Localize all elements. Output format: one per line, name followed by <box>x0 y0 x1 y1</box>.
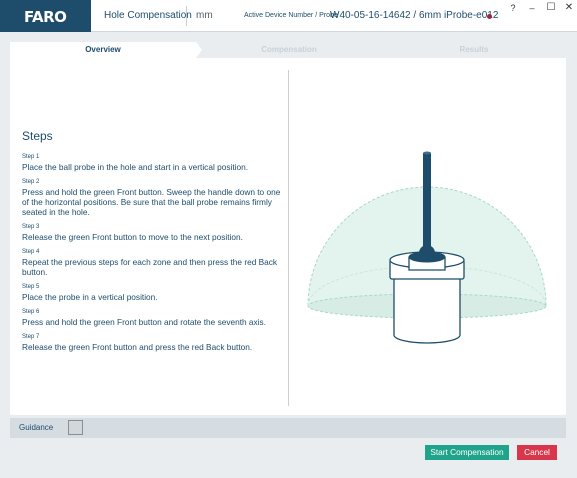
step-item: Step 3 Release the green Front button to… <box>22 223 282 242</box>
title-separator <box>186 6 187 26</box>
step-item: Step 6 Press and hold the green Front bu… <box>22 308 282 327</box>
step-text: Press and hold the green Front button. S… <box>22 187 281 217</box>
step-number: Step 5 <box>22 284 40 290</box>
title-bar: FARO Hole Compensation mm Active Device … <box>0 0 577 32</box>
step-number: Step 6 <box>22 309 40 315</box>
step-text: Press and hold the green Front button an… <box>22 317 266 327</box>
app-title: Hole Compensation <box>104 10 192 21</box>
minimize-button[interactable]: – <box>522 0 542 16</box>
step-item: Step 1 Place the ball probe in the hole … <box>22 153 282 172</box>
step-text: Repeat the previous steps for each zone … <box>22 257 278 277</box>
step-number: Step 1 <box>22 154 40 160</box>
start-compensation-button[interactable]: Start Compensation <box>425 445 509 460</box>
cancel-button[interactable]: Cancel <box>517 445 557 460</box>
step-text: Release the green Front button and press… <box>22 342 253 352</box>
wizard-tabs: Overview Compensation Results <box>10 42 566 58</box>
probe-hemisphere-illustration <box>307 151 547 344</box>
fixture-icon <box>389 251 465 344</box>
step-number: Step 2 <box>22 179 40 185</box>
panel-divider <box>288 70 289 406</box>
guidance-bar: Guidance <box>10 418 566 438</box>
step-item: Step 4 Repeat the previous steps for eac… <box>22 248 282 277</box>
step-item: Step 7 Release the green Front button an… <box>22 333 282 352</box>
device-label: Active Device Number / Probe <box>244 12 338 19</box>
guidance-toggle[interactable] <box>68 420 83 435</box>
step-number: Step 4 <box>22 249 40 255</box>
tab-overview[interactable]: Overview <box>10 42 196 58</box>
maximize-button[interactable]: ☐ <box>541 0 561 16</box>
step-number: Step 3 <box>22 224 40 230</box>
faro-logo: FARO <box>0 0 91 32</box>
step-number: Step 7 <box>22 334 40 340</box>
step-item: Step 5 Place the probe in a vertical pos… <box>22 283 282 302</box>
logo-text: FARO <box>24 8 67 26</box>
status-indicator-icon <box>487 14 492 19</box>
device-value: W40-05-16-14642 / 6mm iProbe-e012 <box>330 10 499 21</box>
step-text: Place the ball probe in the hole and sta… <box>22 162 248 172</box>
steps-heading: Steps <box>22 129 53 143</box>
step-text: Place the probe in a vertical position. <box>22 292 158 302</box>
step-text: Release the green Front button to move t… <box>22 232 243 242</box>
unit-label: mm <box>196 10 213 21</box>
step-item: Step 2 Press and hold the green Front bu… <box>22 178 282 217</box>
close-button[interactable]: ✕ <box>559 0 577 16</box>
guidance-label: Guidance <box>19 423 54 432</box>
tab-compensation[interactable]: Compensation <box>196 42 382 58</box>
tab-results[interactable]: Results <box>382 42 566 58</box>
help-button[interactable]: ? <box>503 0 523 16</box>
